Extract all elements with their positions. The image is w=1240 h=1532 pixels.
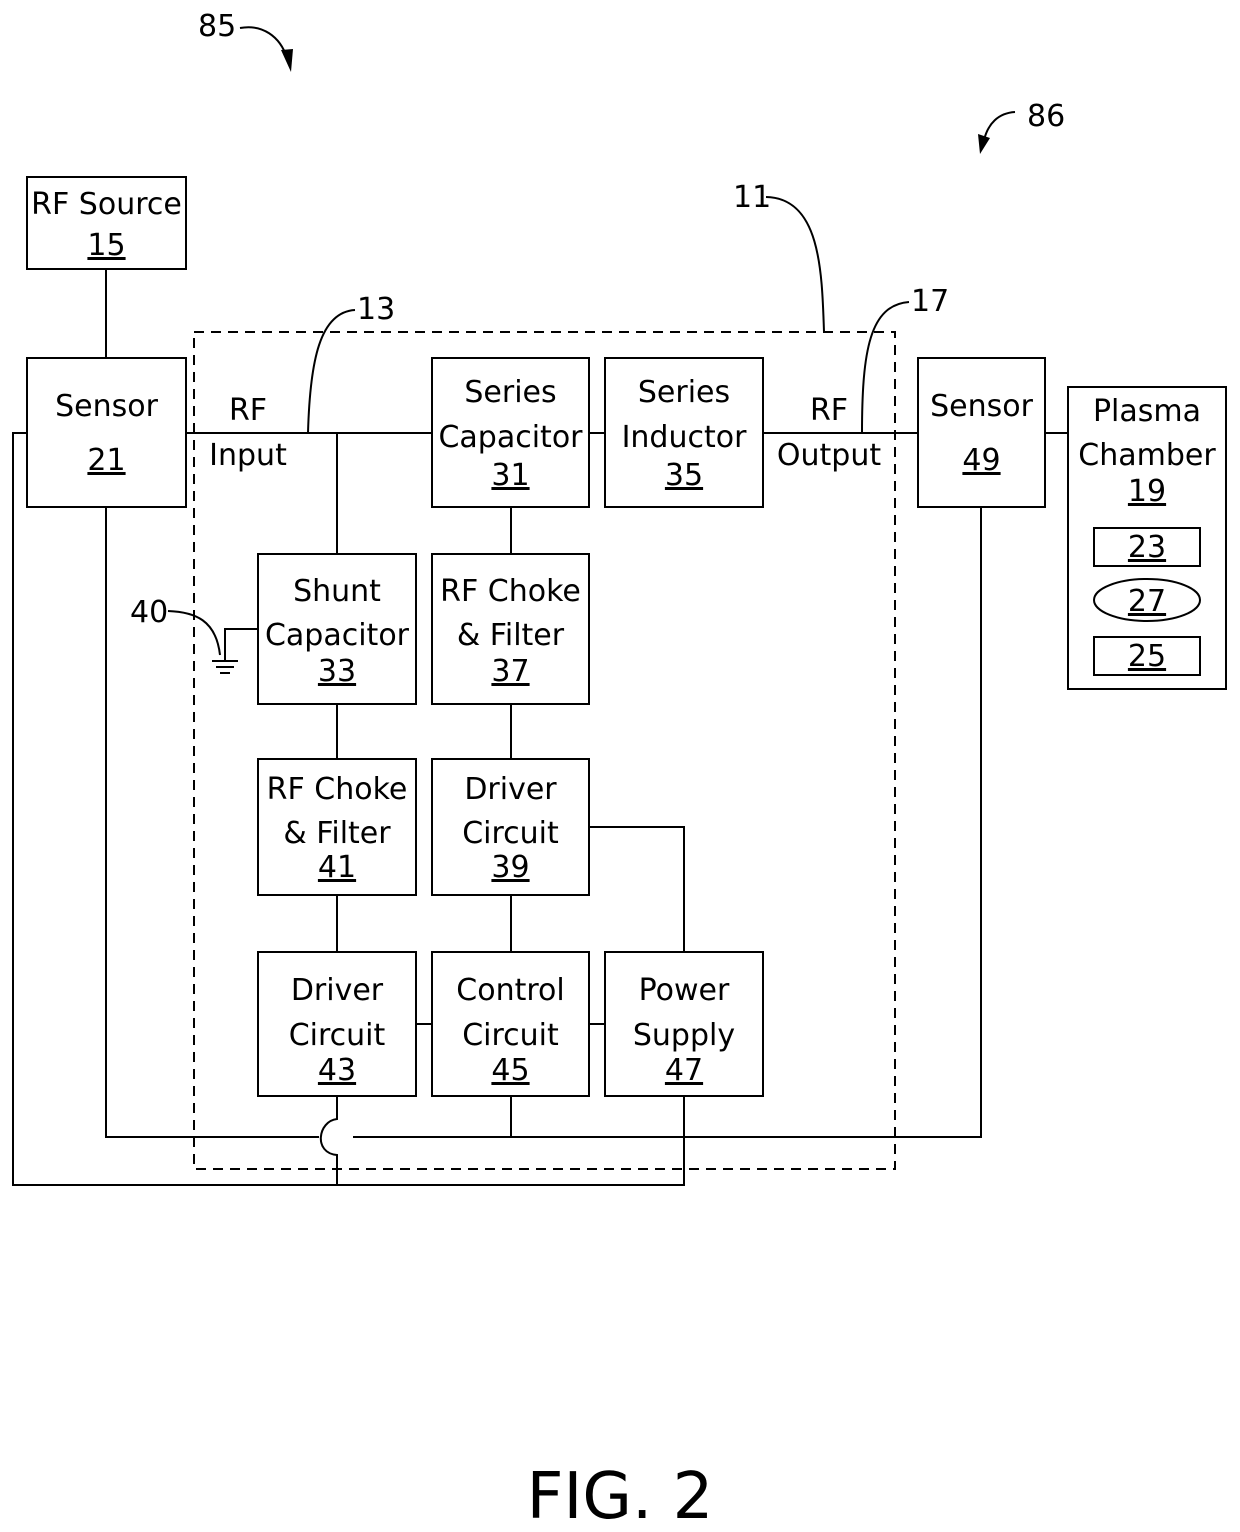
block-sensor-in-ref: 21 <box>87 443 125 478</box>
ref-label-13: 13 <box>357 292 395 327</box>
rf-output-label-line1: RF <box>810 393 848 428</box>
block-power-47: Power Supply47 <box>604 951 764 1097</box>
block-choke-37-label: RF Choke <box>440 574 581 609</box>
block-driver-43-label: Driver <box>291 973 384 1008</box>
block-series-ind-label: Inductor <box>622 420 748 455</box>
chamber-part-23-ref: 23 <box>1128 530 1166 565</box>
leader-11 <box>765 196 825 333</box>
block-driver-43: Driver Circuit43 <box>257 951 417 1097</box>
block-shunt-cap-ref: 33 <box>318 654 356 689</box>
block-control-45: Control Circuit45 <box>431 951 590 1097</box>
leader-17 <box>861 301 910 434</box>
figure-caption: FIG. 2 <box>527 1460 714 1532</box>
ref-label-86: 86 <box>1027 99 1065 134</box>
block-sensor-in: Sensor 21 <box>26 357 187 508</box>
block-shunt-cap-label: Shunt <box>293 574 381 609</box>
block-choke-41-label: RF Choke <box>267 772 408 807</box>
block-choke-37-label: & Filter <box>457 618 565 653</box>
block-series-cap-ref: 31 <box>491 458 529 493</box>
leader-85 <box>239 26 288 59</box>
block-driver-39: Driver Circuit39 <box>431 758 590 896</box>
ref-label-11: 11 <box>733 180 771 215</box>
rf-input-label-line2: Input <box>209 438 287 473</box>
chamber-part-25-ref: 25 <box>1128 639 1166 674</box>
block-power-47-label: Supply <box>633 1018 735 1053</box>
block-shunt-cap: Shunt Capacitor33 <box>257 553 417 705</box>
block-sensor-in-label: Sensor <box>55 389 158 424</box>
wire-driver43-output-hop <box>319 1096 338 1185</box>
block-series-ind: Series Inductor35 <box>604 357 764 508</box>
wire-shunt-to-ground <box>224 628 258 661</box>
ref-label-40: 40 <box>130 595 168 630</box>
blocks: RF Source15Sensor21SeriesCapacitor31Seri… <box>26 176 1227 1097</box>
wire-driver39-to-power47 <box>589 826 685 952</box>
block-control-45-ref: 45 <box>491 1053 529 1088</box>
block-control-45-label: Circuit <box>462 1018 559 1053</box>
block-driver-39-label: Circuit <box>462 816 559 851</box>
block-choke-37: RF Choke & Filter37 <box>431 553 590 705</box>
rf-output-label-line2: Output <box>777 438 881 473</box>
rf-input-label-line1: RF <box>229 393 267 428</box>
block-plasma-chamber-label: Chamber <box>1078 438 1216 473</box>
arrowhead-86 <box>978 134 990 154</box>
arrowhead-85 <box>281 49 293 72</box>
block-driver-39-label: Driver <box>464 772 557 807</box>
block-series-cap: Series Capacitor31 <box>431 357 590 508</box>
block-rf-source-ref: 15 <box>87 228 125 263</box>
leader-86 <box>983 111 1016 141</box>
block-choke-41-ref: 41 <box>318 850 356 885</box>
block-control-45-label: Control <box>456 973 564 1008</box>
block-sensor-out-ref: 49 <box>962 443 1000 478</box>
block-sensor-out-label: Sensor <box>930 389 1033 424</box>
block-power-47-ref: 47 <box>665 1053 703 1088</box>
block-series-cap-label: Capacitor <box>438 420 583 455</box>
block-choke-37-ref: 37 <box>491 654 529 689</box>
ref-label-17: 17 <box>911 284 949 319</box>
fig2-block-diagram: RF Source15Sensor21SeriesCapacitor31Seri… <box>12 9 1227 1532</box>
block-sensor-out: Sensor 49 <box>917 357 1046 508</box>
block-power-47-label: Power <box>639 973 730 1008</box>
block-rf-source-label: RF Source <box>31 187 182 222</box>
block-shunt-cap-label: Capacitor <box>265 618 410 653</box>
block-sensor-out-box <box>917 357 1046 508</box>
block-plasma-chamber-ref: 19 <box>1128 474 1166 509</box>
ref-label-85: 85 <box>198 9 236 44</box>
block-series-cap-label: Series <box>464 375 556 410</box>
block-plasma-chamber-label: Plasma <box>1093 394 1201 429</box>
block-series-ind-label: Series <box>638 375 730 410</box>
block-driver-43-label: Circuit <box>289 1018 386 1053</box>
chamber-part-27-ref: 27 <box>1128 584 1166 619</box>
leader-13 <box>307 309 356 434</box>
block-driver-39-ref: 39 <box>491 850 529 885</box>
block-driver-43-ref: 43 <box>318 1053 356 1088</box>
block-series-ind-ref: 35 <box>665 458 703 493</box>
block-sensor-in-box <box>26 357 187 508</box>
block-rf-source: RF Source 15 <box>26 176 187 270</box>
block-choke-41-label: & Filter <box>283 816 391 851</box>
block-choke-41: RF Choke & Filter41 <box>257 758 417 896</box>
